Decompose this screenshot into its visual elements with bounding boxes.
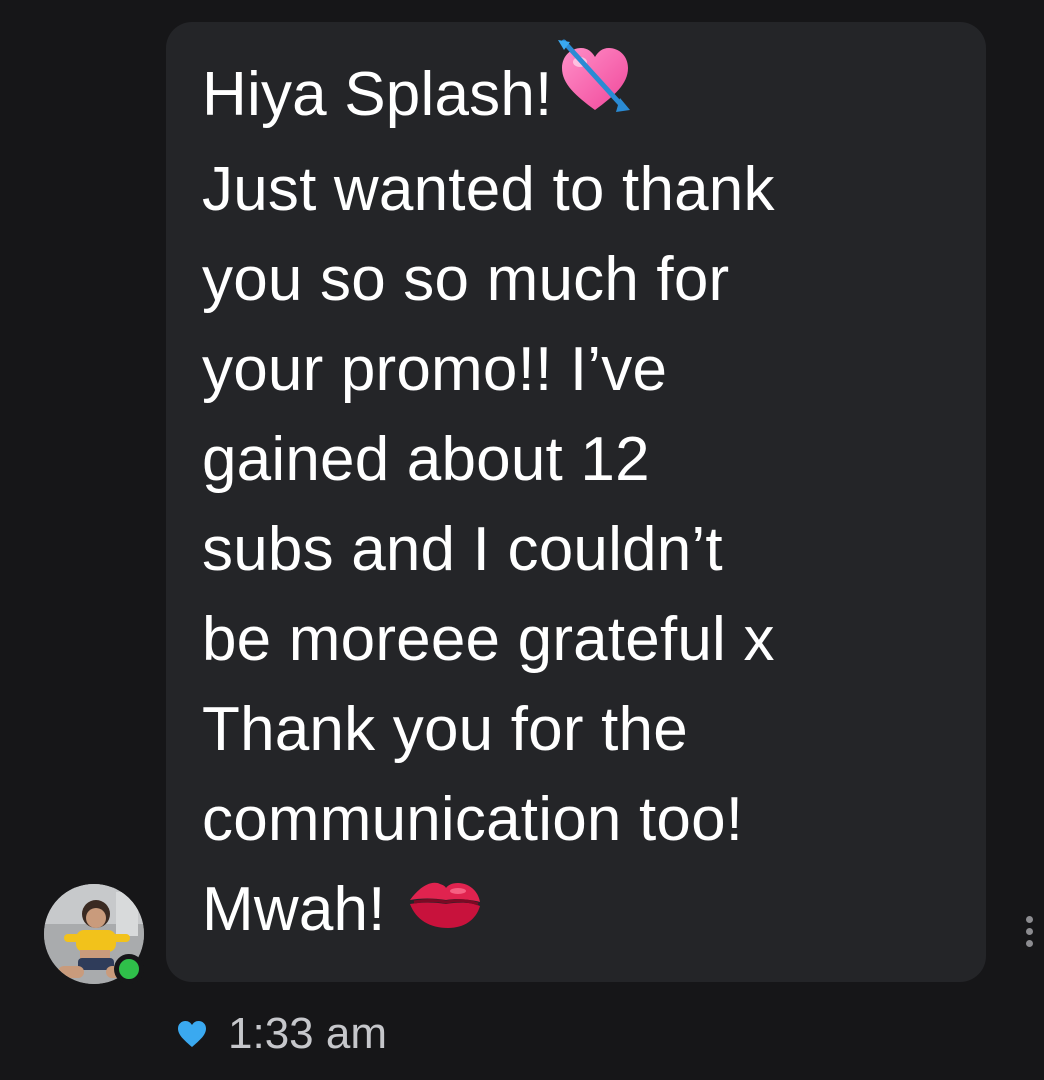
message-line: Just wanted to thank <box>202 155 775 225</box>
message-line: subs and I couldn’t <box>202 515 723 585</box>
message-line: be moreee grateful x <box>202 605 775 675</box>
chat-screen: Hiya Splash! Just wanted to thank you so… <box>0 0 1044 1080</box>
online-status-indicator <box>114 954 144 984</box>
message-line: you so so much for <box>202 245 730 315</box>
message-line: communication too! <box>202 785 744 855</box>
more-options-icon[interactable] <box>1024 916 1034 956</box>
heart-with-arrow-emoji <box>552 39 636 145</box>
message-line: Hiya Splash! <box>202 39 972 145</box>
heart-icon[interactable] <box>176 1019 208 1049</box>
message-line: gained about 12 <box>202 425 650 495</box>
message-meta: 1:33 am <box>176 1004 387 1064</box>
message-timestamp: 1:33 am <box>228 1009 387 1058</box>
message-line: Mwah! <box>202 865 972 959</box>
kiss-mark-emoji <box>386 869 484 959</box>
message-line: Thank you for the <box>202 695 688 765</box>
message-text: Hiya Splash! Just wanted to thank you so… <box>202 39 972 959</box>
message-line: your promo!! I’ve <box>202 335 668 405</box>
